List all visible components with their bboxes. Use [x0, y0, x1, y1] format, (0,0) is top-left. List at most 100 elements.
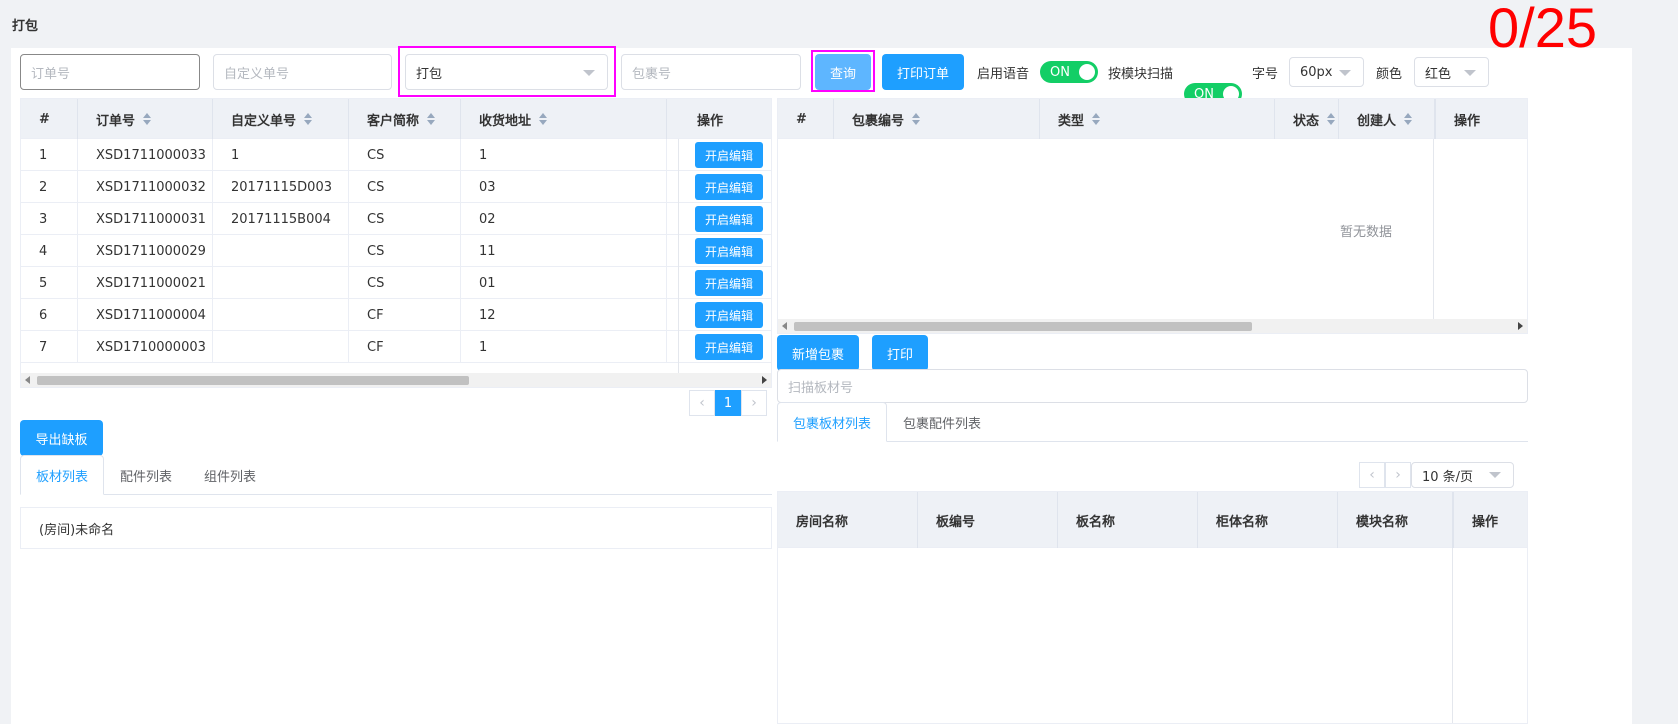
cell-address: 11 [461, 235, 667, 267]
col-actions: 操作 [1435, 99, 1527, 139]
cell-custom-no: 20171115D003 [213, 171, 349, 203]
sort-icon[interactable] [539, 113, 548, 125]
room-list-item[interactable]: (房间)未命名 [20, 507, 772, 549]
chevron-down-icon [1489, 472, 1501, 478]
col-index: # [778, 99, 834, 139]
cell-order-no: XSD1711000004 [78, 299, 213, 331]
page-number[interactable]: 1 [715, 390, 741, 416]
scroll-left-icon[interactable] [782, 322, 787, 330]
sort-icon[interactable] [143, 113, 152, 125]
color-select[interactable]: 红色 [1414, 57, 1489, 87]
table-row[interactable]: 4 XSD1711000029 CS 11 开启编辑 [21, 235, 771, 267]
scan-board-input[interactable]: 扫描板材号 [777, 369, 1528, 403]
cell-address: 03 [461, 171, 667, 203]
page-size-select[interactable]: 10 条/页 [1411, 462, 1514, 488]
col-custom-no[interactable]: 自定义单号 [213, 99, 349, 139]
orders-table: # 订单号 自定义单号 客户简称 收货地址 操作 1 XSD1711000033 1… [20, 98, 772, 388]
cell-address: 12 [461, 299, 667, 331]
col-board-name: 板名称 [1058, 492, 1198, 548]
col-order-no[interactable]: 订单号 [78, 99, 213, 139]
prev-page-button[interactable]: ‹ [1359, 462, 1385, 488]
cell-address: 1 [461, 331, 667, 363]
order-no-input[interactable]: 订单号 [20, 54, 200, 90]
chevron-down-icon [583, 70, 595, 76]
module-scan-label: 按模块扫描 [1108, 67, 1174, 82]
start-edit-button[interactable]: 开启编辑 [695, 334, 763, 360]
cell-actions: 开启编辑 [679, 203, 771, 235]
sort-icon[interactable] [304, 113, 313, 125]
package-no-input[interactable]: 包裹号 [621, 54, 801, 90]
sort-icon[interactable] [912, 113, 921, 125]
font-size-select[interactable]: 60px [1289, 57, 1364, 87]
cell-idx: 5 [21, 267, 78, 299]
export-missing-button[interactable]: 导出缺板 [20, 420, 103, 456]
start-edit-button[interactable]: 开启编辑 [695, 270, 763, 296]
cell-custom-no: 1 [213, 139, 349, 171]
scroll-left-icon[interactable] [25, 376, 30, 384]
table-row[interactable]: 5 XSD1711000021 CS 01 开启编辑 [21, 267, 771, 299]
table-row[interactable]: 3 XSD1711000031 20171115B004 CS 02 开启编辑 [21, 203, 771, 235]
color-label: 颜色 [1376, 67, 1403, 82]
cell-order-no: XSD1711000021 [78, 267, 213, 299]
tab-package-accessories[interactable]: 包裹配件列表 [887, 402, 997, 442]
col-type[interactable]: 类型 [1040, 99, 1275, 139]
page-title: 打包 [12, 19, 39, 34]
col-creator[interactable]: 创建人 [1339, 99, 1435, 139]
cell-order-no: XSD1711000032 [78, 171, 213, 203]
packages-horizontal-scrollbar[interactable] [778, 319, 1527, 333]
font-size-label: 字号 [1252, 67, 1279, 82]
cell-idx: 3 [21, 203, 78, 235]
cell-actions: 开启编辑 [679, 267, 771, 299]
sort-icon[interactable] [427, 113, 436, 125]
sort-icon[interactable] [1327, 113, 1336, 125]
table-row[interactable]: 1 XSD1711000033 1 CS 1 开启编辑 [21, 139, 771, 171]
chevron-down-icon [1464, 70, 1476, 76]
switch-knob [1079, 64, 1095, 80]
cell-order-no: XSD1711000029 [78, 235, 213, 267]
prev-page-button[interactable]: ‹ [689, 390, 715, 416]
next-page-button[interactable]: › [1385, 462, 1411, 488]
sort-icon[interactable] [1092, 113, 1101, 125]
tab-boards[interactable]: 板材列表 [20, 455, 104, 495]
start-edit-button[interactable]: 开启编辑 [695, 302, 763, 328]
cell-address: 1 [461, 139, 667, 171]
cell-customer: CS [349, 235, 461, 267]
cell-customer: CF [349, 331, 461, 363]
start-edit-button[interactable]: 开启编辑 [695, 206, 763, 232]
scroll-thumb[interactable] [37, 376, 469, 385]
custom-no-input[interactable]: 自定义单号 [213, 54, 392, 90]
scroll-right-icon[interactable] [762, 376, 767, 384]
start-edit-button[interactable]: 开启编辑 [695, 238, 763, 264]
voice-switch[interactable]: ON [1040, 61, 1098, 83]
cell-idx: 7 [21, 331, 78, 363]
col-customer[interactable]: 客户简称 [349, 99, 461, 139]
orders-table-header: # 订单号 自定义单号 客户简称 收货地址 操作 [21, 99, 771, 139]
cell-actions: 开启编辑 [679, 171, 771, 203]
tab-package-boards[interactable]: 包裹板材列表 [777, 402, 887, 442]
start-edit-button[interactable]: 开启编辑 [695, 174, 763, 200]
table-row[interactable]: 6 XSD1711000004 CF 12 开启编辑 [21, 299, 771, 331]
col-status[interactable]: 状态 [1275, 99, 1339, 139]
col-room-name: 房间名称 [778, 492, 918, 548]
query-button[interactable]: 查询 [815, 54, 871, 90]
table-row[interactable]: 2 XSD1711000032 20171115D003 CS 03 开启编辑 [21, 171, 771, 203]
scroll-right-icon[interactable] [1518, 322, 1523, 330]
cell-custom-no [213, 331, 349, 363]
start-edit-button[interactable]: 开启编辑 [695, 142, 763, 168]
print-order-button[interactable]: 打印订单 [882, 54, 964, 90]
add-package-button[interactable]: 新增包裹 [777, 335, 859, 371]
tab-accessories[interactable]: 配件列表 [104, 455, 188, 495]
scroll-thumb[interactable] [794, 322, 1252, 331]
tab-components[interactable]: 组件列表 [188, 455, 272, 495]
package-boards-header: 房间名称 板编号 板名称 柜体名称 模块名称 操作 [778, 492, 1527, 548]
col-board-no: 板编号 [918, 492, 1058, 548]
sort-icon[interactable] [1404, 113, 1413, 125]
next-page-button[interactable]: › [741, 390, 767, 416]
table-row[interactable]: 7 XSD1710000003 CF 1 开启编辑 [21, 331, 771, 363]
scan-counter: 0/25 [1488, 0, 1597, 59]
col-package-no[interactable]: 包裹编号 [834, 99, 1040, 139]
print-button[interactable]: 打印 [872, 335, 928, 371]
col-address[interactable]: 收货地址 [461, 99, 667, 139]
type-select[interactable]: 打包 [405, 54, 608, 90]
orders-horizontal-scrollbar[interactable] [21, 373, 771, 387]
